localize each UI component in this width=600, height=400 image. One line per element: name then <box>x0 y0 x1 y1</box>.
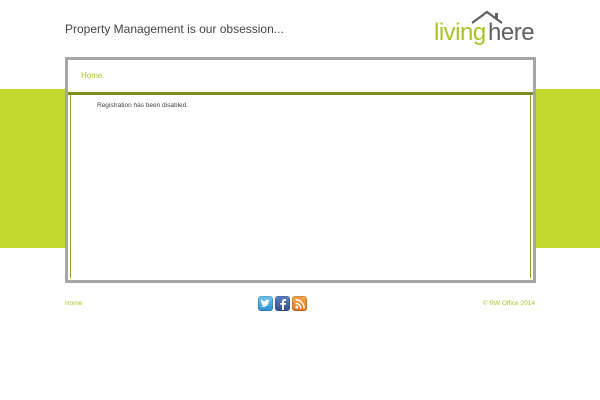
nav-bar: Home <box>68 60 533 92</box>
footer-copyright: © RW Office 2014 <box>482 300 535 307</box>
twitter-icon[interactable] <box>258 296 273 311</box>
registration-message: Registration has been disabled. <box>97 102 189 109</box>
main-frame: Home Registration has been disabled. <box>65 57 536 283</box>
facebook-icon[interactable] <box>275 296 290 311</box>
social-links <box>258 296 307 312</box>
logo-text-here: here <box>488 19 535 46</box>
footer-home-link[interactable]: Home <box>65 300 82 307</box>
content-area: Registration has been disabled. <box>70 95 531 278</box>
rss-icon[interactable] <box>292 296 307 311</box>
site-logo[interactable]: living here <box>432 10 538 46</box>
nav-home-link[interactable]: Home <box>81 71 102 80</box>
header-tagline: Property Management is our obsession... <box>65 22 284 36</box>
logo-text-living: living <box>434 19 486 46</box>
